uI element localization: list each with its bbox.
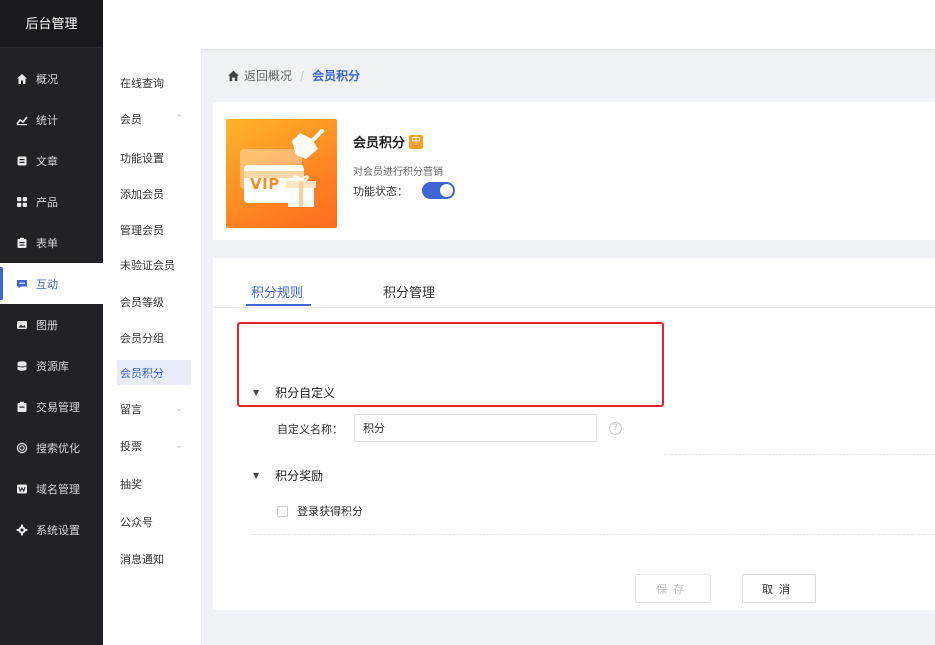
nav-label: 表单 [36,236,58,250]
breadcrumb-separator: / [300,68,305,83]
subnav-notifications[interactable]: 消息通知 [117,546,191,571]
save-button[interactable]: 保存 [635,574,711,603]
nav-label: 统计 [36,113,58,127]
breadcrumb: 返回概况 / 会员积分 [227,67,360,84]
subnav-label: 投票 [120,439,142,453]
nav-item-product[interactable]: 产品 [0,181,103,222]
caret-down-icon: ▼ [253,388,260,397]
chevron-down-icon: ⌄ [175,403,183,414]
rules-card: 积分规则 积分管理 ▼ 积分自定义 自定义名称： ? ▼ 积分奖励 登录获得积分… [213,258,935,610]
subnav-label: 会员 [120,112,142,126]
caret-down-icon: ▼ [253,471,260,480]
subnav-lottery[interactable]: 抽奖 [117,471,191,496]
article-icon [16,155,28,167]
subnav-official-account[interactable]: 公众号 [117,509,191,534]
nav-item-stats[interactable]: 统计 [0,99,103,140]
chevron-down-icon: ⌄ [175,440,183,451]
nav-label: 图册 [36,318,58,332]
trade-icon [16,401,28,413]
top-bar [103,0,935,49]
feature-description: 对会员进行积分营销 [353,167,443,178]
brand-title: 后台管理 [0,0,103,48]
main-sidebar: 后台管理 概况 统计 文章 产品 表单 互动 图册 资源库 交易管理 搜索优化 [0,0,103,645]
form-icon [16,237,28,249]
tab-divider [213,307,935,308]
subnav-label: 留言 [120,402,142,416]
subnav-unverified-members[interactable]: 未验证会员 [117,252,191,277]
home-icon [16,73,28,85]
subnav-voting[interactable]: 投票 ⌄ [117,433,191,458]
nav-label: 系统设置 [36,523,80,537]
custom-name-input[interactable] [354,414,597,442]
feature-status-toggle[interactable] [422,182,455,199]
database-icon [16,360,28,372]
main-content: 返回概况 / 会员积分 VIP 会员积分 中 对会员进行积分营销 功能状态： 积… [202,49,935,645]
feature-title: 会员积分 中 [353,132,424,151]
nav-item-overview[interactable]: 概况 [0,58,103,99]
breadcrumb-current: 会员积分 [312,69,361,83]
nav-item-interaction[interactable]: 互动 [0,263,103,304]
section-divider [253,534,935,535]
chat-icon [16,278,28,290]
chart-icon [16,114,28,126]
feature-card: VIP 会员积分 中 对会员进行积分营销 功能状态： [213,102,935,240]
sub-sidebar: 在线查询 会员 ⌃ 功能设置 添加会员 管理会员 未验证会员 会员等级 会员分组… [103,49,202,645]
tab-points-management[interactable]: 积分管理 [383,282,435,301]
breadcrumb-back-link[interactable]: 返回概况 [244,67,292,84]
subnav-member-group[interactable]: 会员 ⌃ [117,106,191,131]
cancel-button[interactable]: 取消 [742,574,816,603]
toggle-knob [440,184,453,197]
custom-section-header[interactable]: ▼ 积分自定义 [253,384,335,401]
domain-icon [16,483,28,495]
reward-section-header[interactable]: ▼ 积分奖励 [253,467,323,484]
login-points-checkbox-row[interactable]: 登录获得积分 [277,503,363,519]
seo-icon [16,442,28,454]
nav-label: 文章 [36,154,58,168]
nav-label: 互动 [36,277,58,291]
subnav-messages[interactable]: 留言 ⌄ [117,396,191,421]
subnav-member-points[interactable]: 会员积分 [117,360,191,385]
custom-section-title: 积分自定义 [275,386,336,400]
nav-label: 产品 [36,195,58,209]
feature-status-row: 功能状态： [353,182,455,199]
subnav-online-query[interactable]: 在线查询 [117,70,191,95]
tab-points-rules[interactable]: 积分规则 [251,282,303,301]
gear-icon [16,524,28,536]
subnav-add-member[interactable]: 添加会员 [117,181,191,206]
nav-label: 交易管理 [36,400,80,414]
nav-item-settings[interactable]: 系统设置 [0,509,103,550]
grid-icon [16,196,28,208]
nav-item-album[interactable]: 图册 [0,304,103,345]
custom-name-label: 自定义名称： [277,423,343,436]
subnav-manage-members[interactable]: 管理会员 [117,217,191,242]
reward-section-title: 积分奖励 [275,469,324,483]
help-icon[interactable]: ? [609,422,622,435]
nav-label: 域名管理 [36,482,80,496]
nav-item-domain[interactable]: 域名管理 [0,468,103,509]
nav-label: 概况 [36,72,58,86]
nav-item-resources[interactable]: 资源库 [0,345,103,386]
nav-item-seo[interactable]: 搜索优化 [0,427,103,468]
subnav-member-levels[interactable]: 会员等级 [117,289,191,314]
chevron-up-icon: ⌃ [175,113,183,124]
home-icon[interactable] [227,70,240,82]
feature-badge: 中 [409,134,424,149]
album-icon [16,319,28,331]
section-divider [664,454,935,455]
nav-item-article[interactable]: 文章 [0,140,103,181]
login-points-checkbox[interactable] [277,505,288,517]
vip-card-image: VIP [226,119,337,228]
nav-label: 搜索优化 [36,441,80,455]
nav-item-trade[interactable]: 交易管理 [0,386,103,427]
login-points-label: 登录获得积分 [297,505,363,518]
feature-status-label: 功能状态： [353,184,408,198]
feature-title-text: 会员积分 [353,136,406,151]
nav-label: 资源库 [36,359,69,373]
active-indicator [0,267,3,300]
active-tab-underline [246,304,311,306]
nav-item-form[interactable]: 表单 [0,222,103,263]
subnav-member-groups[interactable]: 会员分组 [117,325,191,350]
subnav-function-settings[interactable]: 功能设置 [117,145,191,170]
vip-image-text: VIP [250,175,280,193]
